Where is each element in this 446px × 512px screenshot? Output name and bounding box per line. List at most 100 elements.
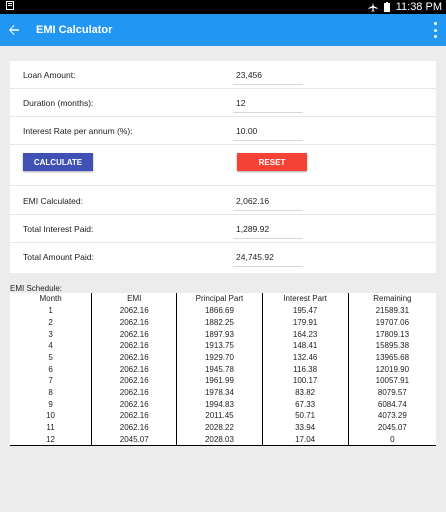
- table-header-row: Month EMI Principal Part Interest Part R…: [10, 293, 436, 305]
- cell-remaining: 4073.29: [347, 409, 436, 422]
- cell-principal: 1978.34: [176, 386, 263, 399]
- cell-emi: 2062.16: [91, 386, 177, 399]
- total-amount-value: 24,745.92: [236, 252, 274, 262]
- cell-month: 6: [48, 364, 53, 374]
- cell-principal: 1882.25: [176, 316, 263, 329]
- interest-rate-input[interactable]: 10.00: [236, 126, 257, 136]
- calculate-button[interactable]: CALCULATE: [23, 153, 93, 171]
- total-amount-label: Total Amount Paid:: [23, 252, 94, 262]
- column-header-principal: Principal Part: [176, 293, 263, 305]
- emi-calculated-value: 2,062.16: [236, 196, 270, 206]
- cell-principal: 1929.70: [176, 351, 263, 364]
- total-interest-label: Total Interest Paid:: [23, 224, 94, 234]
- emi-schedule-table: Month EMI Principal Part Interest Part R…: [10, 293, 436, 447]
- cell-interest: 33.94: [261, 421, 349, 434]
- cell-principal: 1897.93: [176, 328, 263, 340]
- table-row: 7 2062.16 1961.99 100.17 10057.91: [10, 374, 436, 387]
- cell-emi: 2062.16: [91, 398, 177, 410]
- table-row: 11 2062.16 2028.22 33.94 2045.07: [10, 421, 436, 434]
- cell-month: 9: [48, 399, 53, 409]
- cell-interest: 83.82: [261, 386, 349, 399]
- cell-interest: 17.04: [261, 433, 349, 447]
- divider: [10, 88, 436, 89]
- cell-emi: 2045.07: [91, 433, 177, 447]
- cell-principal: 2028.03: [176, 433, 263, 447]
- divider: [10, 185, 436, 186]
- divider: [10, 116, 436, 117]
- cell-month: 12: [10, 433, 92, 447]
- cell-interest: 179.91: [261, 316, 349, 329]
- cell-principal: 1994.83: [176, 398, 263, 410]
- cell-principal: 2011.45: [176, 409, 263, 422]
- column-header-month: Month: [39, 294, 62, 303]
- airplane-mode-icon: [368, 2, 378, 12]
- cell-emi: 2062.16: [91, 328, 177, 340]
- table-row: 12 2045.07 2028.03 17.04 0: [10, 433, 436, 447]
- notification-icon: [6, 1, 14, 13]
- cell-interest: 148.41: [261, 339, 349, 352]
- divider: [10, 242, 436, 243]
- battery-icon: [383, 2, 390, 12]
- interest-rate-label: Interest Rate per annum (%):: [23, 126, 133, 136]
- table-row: 4 2062.16 1913.75 148.41 15895.38: [10, 339, 436, 352]
- status-time: 11:38 PM: [395, 1, 442, 13]
- duration-label: Duration (months):: [23, 98, 94, 108]
- interest-rate-underline: [233, 140, 303, 141]
- cell-interest: 164.23: [261, 328, 349, 340]
- table-row: 1 2062.16 1866.69 195.47 21589.31: [10, 305, 436, 317]
- column-header-remaining: Remaining: [347, 293, 436, 305]
- loan-amount-underline: [233, 84, 303, 85]
- cell-month: 10: [46, 411, 56, 421]
- cell-interest: 195.47: [261, 305, 349, 317]
- total-interest-value: 1,289.92: [236, 224, 270, 234]
- cell-remaining: 8079.57: [347, 386, 436, 399]
- cell-interest: 100.17: [261, 374, 349, 387]
- cell-month: 11: [46, 422, 55, 432]
- total-amount-underline: [233, 266, 303, 267]
- total-interest-underline: [233, 238, 303, 239]
- status-bar: 11:38 PM: [0, 0, 446, 14]
- table-row: 5 2062.16 1929.70 132.46 13965.68: [10, 351, 436, 364]
- table-row: 3 2062.16 1897.93 164.23 17809.13: [10, 328, 436, 340]
- cell-month: 2: [48, 317, 53, 327]
- cell-principal: 1866.69: [176, 305, 263, 317]
- cell-month: 8: [48, 387, 53, 397]
- cell-remaining: 0: [347, 433, 436, 447]
- app-title: EMI Calculator: [36, 24, 113, 36]
- overflow-menu-icon[interactable]: [432, 22, 438, 38]
- cell-emi: 2062.16: [91, 339, 177, 352]
- table-row: 9 2062.16 1994.83 67.33 6084.74: [10, 398, 436, 410]
- column-header-interest: Interest Part: [261, 293, 349, 305]
- calculator-form: Loan Amount: 23,456 Duration (months): 1…: [10, 61, 436, 273]
- cell-emi: 2062.16: [91, 351, 177, 364]
- loan-amount-input[interactable]: 23,456: [236, 70, 262, 80]
- cell-remaining: 19707.06: [347, 316, 436, 329]
- cell-emi: 2062.16: [91, 305, 177, 317]
- emi-calculated-label: EMI Calculated:: [23, 196, 83, 206]
- cell-interest: 67.33: [261, 398, 349, 410]
- table-row: 6 2062.16 1945.78 116.38 12019.90: [10, 363, 436, 375]
- cell-remaining: 21589.31: [347, 305, 436, 317]
- cell-month: 4: [48, 341, 53, 351]
- cell-month: 3: [48, 329, 53, 339]
- duration-underline: [233, 112, 303, 113]
- loan-amount-label: Loan Amount:: [23, 70, 76, 80]
- reset-button[interactable]: RESET: [237, 153, 307, 171]
- emi-underline: [233, 210, 303, 211]
- cell-principal: 2028.22: [176, 421, 263, 434]
- cell-emi: 2062.16: [91, 421, 177, 434]
- cell-interest: 50.71: [261, 409, 349, 422]
- cell-principal: 1961.99: [176, 374, 263, 387]
- cell-month: 5: [48, 352, 53, 362]
- duration-input[interactable]: 12: [236, 98, 245, 108]
- table-row: 10 2062.16 2011.45 50.71 4073.29: [10, 409, 436, 422]
- cell-principal: 1945.78: [176, 363, 263, 375]
- cell-principal: 1913.75: [176, 339, 263, 352]
- cell-remaining: 2045.07: [347, 421, 436, 434]
- cell-emi: 2062.16: [91, 409, 177, 422]
- back-arrow-icon[interactable]: [6, 22, 22, 38]
- cell-emi: 2062.16: [91, 316, 177, 329]
- divider: [10, 214, 436, 215]
- column-header-emi: EMI: [91, 293, 177, 305]
- cell-interest: 132.46: [261, 351, 349, 364]
